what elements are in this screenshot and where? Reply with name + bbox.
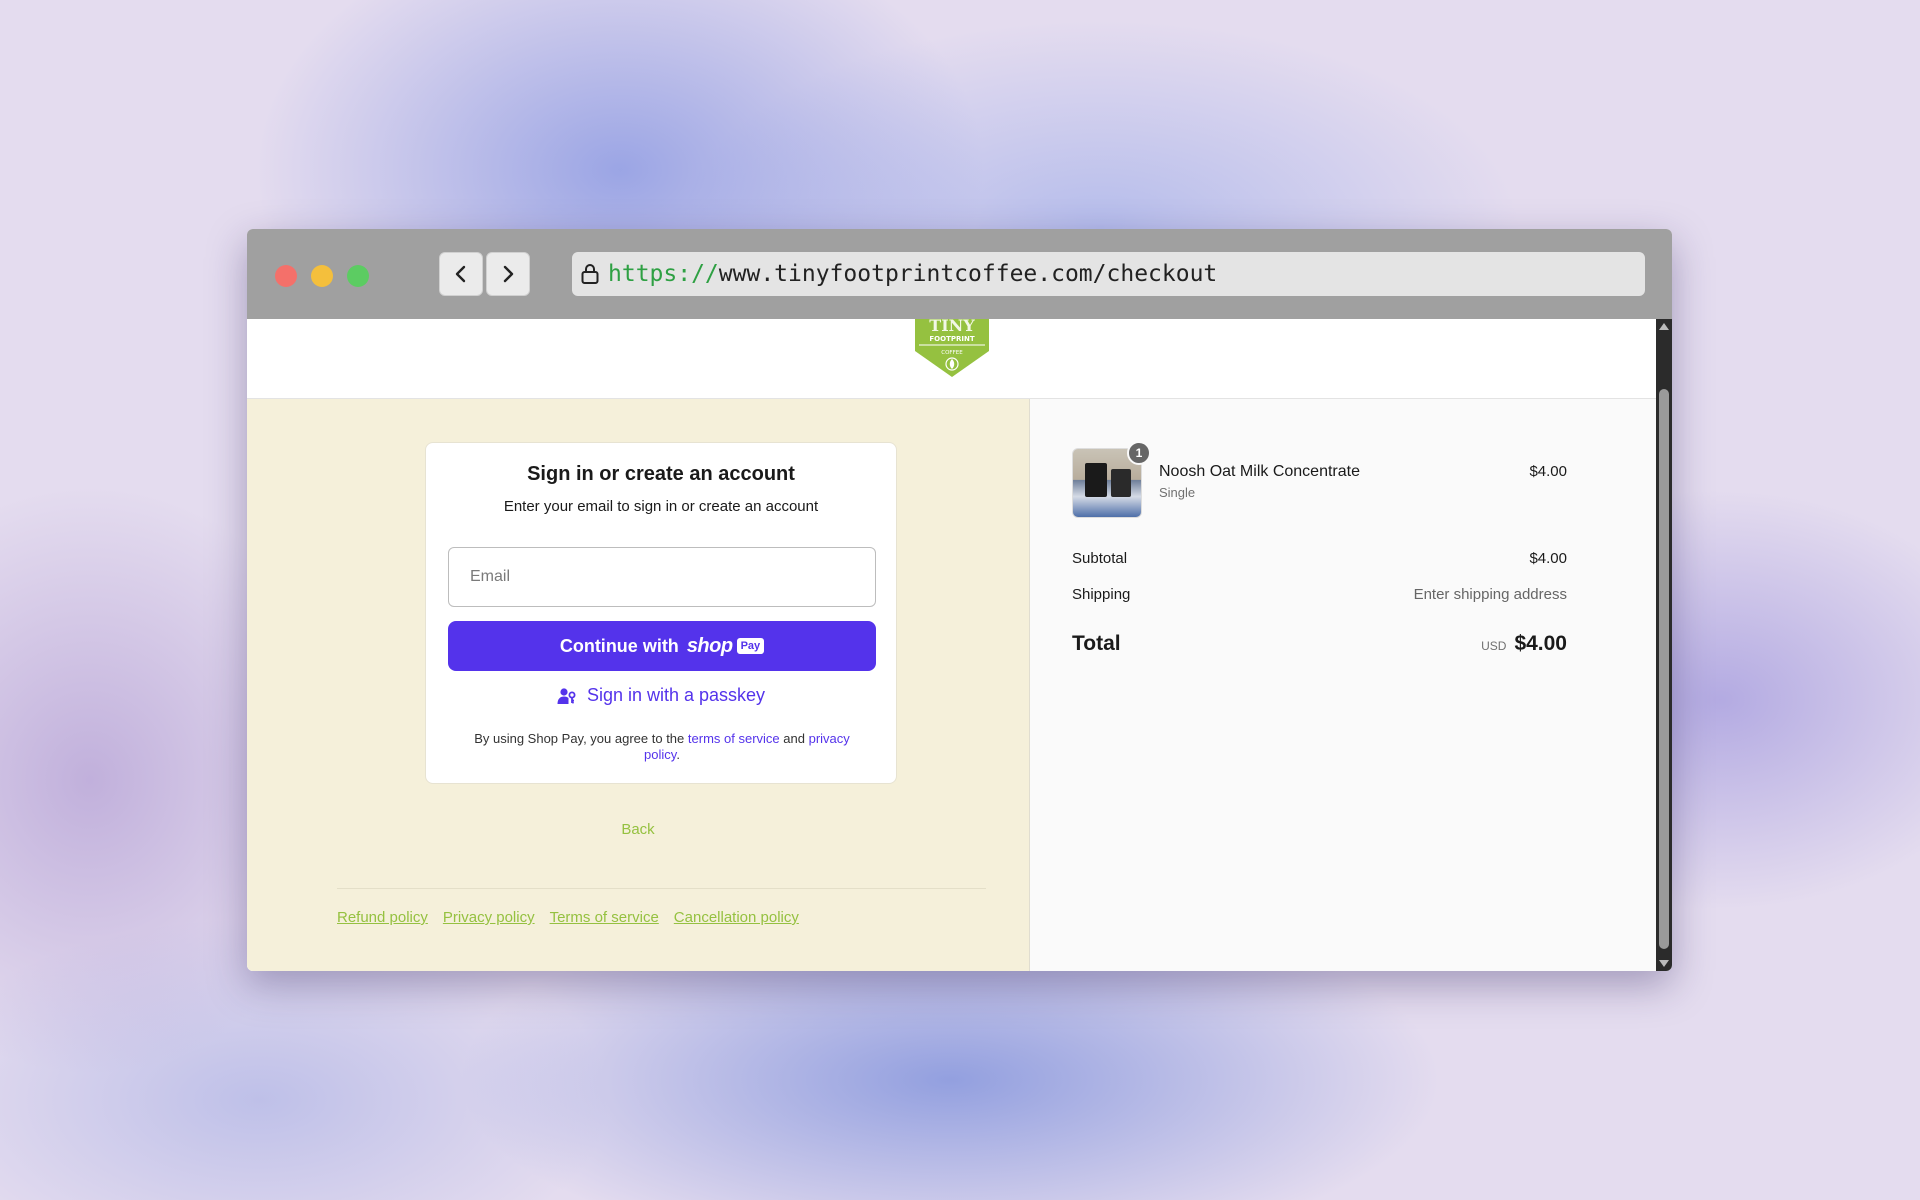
product-price: $4.00: [1529, 463, 1567, 480]
browser-titlebar: https://www.tinyfootprintcoffee.com/chec…: [247, 229, 1672, 319]
minimize-window-button[interactable]: [311, 265, 333, 287]
shop-pay-legal-text: By using Shop Pay, you agree to the term…: [474, 731, 850, 762]
back-button[interactable]: [439, 252, 483, 296]
product-variant: Single: [1159, 485, 1196, 500]
scroll-down-arrow-icon[interactable]: [1659, 960, 1669, 967]
subtotal-label: Subtotal: [1072, 550, 1128, 567]
signin-subtitle: Enter your email to sign in or create an…: [503, 498, 819, 515]
footer-links: Refund policy Privacy policy Terms of se…: [337, 909, 799, 926]
total-label: Total: [1072, 632, 1121, 655]
subtotal-row: Subtotal $4.00: [1072, 550, 1567, 567]
user-key-icon: [557, 687, 577, 705]
refund-policy-link[interactable]: Refund policy: [337, 909, 428, 926]
footer-divider: [337, 888, 986, 889]
continue-with-shop-pay-button[interactable]: Continue with shop Pay: [448, 621, 876, 671]
store-logo[interactable]: TINY FOOTPRINT COFFEE: [912, 319, 992, 383]
signin-pane: Sign in or create an account Enter your …: [247, 399, 1030, 971]
total-value: $4.00: [1514, 632, 1567, 655]
url-scheme: https://: [608, 261, 719, 287]
shop-wordmark: shop: [686, 634, 733, 657]
signin-title: Sign in or create an account: [527, 463, 795, 485]
privacy-policy-footer-link[interactable]: Privacy policy: [443, 909, 535, 926]
total-currency: USD: [1481, 639, 1507, 653]
store-header: TINY FOOTPRINT COFFEE: [247, 319, 1656, 399]
forward-button[interactable]: [486, 252, 530, 296]
passkey-signin-button[interactable]: Sign in with a passkey: [426, 685, 896, 706]
terms-of-service-footer-link[interactable]: Terms of service: [550, 909, 659, 926]
pay-badge: Pay: [736, 638, 765, 654]
scrollbar-thumb[interactable]: [1659, 389, 1669, 949]
scroll-up-arrow-icon[interactable]: [1659, 323, 1669, 330]
browser-window: https://www.tinyfootprintcoffee.com/chec…: [247, 229, 1672, 971]
svg-text:TINY: TINY: [929, 319, 975, 335]
page-viewport: TINY FOOTPRINT COFFEE Sign in or create …: [247, 319, 1656, 971]
close-window-button[interactable]: [275, 265, 297, 287]
continue-label: Continue with: [559, 635, 679, 656]
product-name: Noosh Oat Milk Concentrate: [1159, 463, 1360, 480]
email-input[interactable]: [448, 547, 876, 607]
terms-of-service-link[interactable]: terms of service: [688, 731, 780, 746]
shipping-row: Shipping Enter shipping address: [1072, 586, 1567, 603]
address-bar[interactable]: https://www.tinyfootprintcoffee.com/chec…: [572, 252, 1645, 296]
shipping-label: Shipping: [1072, 586, 1131, 603]
total-row: Total USD $4.00: [1072, 632, 1567, 656]
chevron-right-icon: [503, 265, 514, 283]
order-summary: 1 Noosh Oat Milk Concentrate Single $4.0…: [1030, 399, 1656, 971]
shipping-value: Enter shipping address: [1413, 586, 1567, 603]
maximize-window-button[interactable]: [347, 265, 369, 287]
svg-text:COFFEE: COFFEE: [941, 350, 963, 356]
line-item: 1 Noosh Oat Milk Concentrate Single $4.0…: [1072, 441, 1567, 520]
url-text: www.tinyfootprintcoffee.com/checkout: [718, 261, 1218, 287]
page-scrollbar[interactable]: [1656, 319, 1672, 971]
svg-text:FOOTPRINT: FOOTPRINT: [929, 335, 974, 343]
chevron-left-icon: [455, 265, 466, 283]
lock-icon: [580, 263, 600, 285]
quantity-badge: 1: [1127, 441, 1151, 465]
signin-card: Sign in or create an account Enter your …: [425, 442, 897, 784]
cancellation-policy-link[interactable]: Cancellation policy: [674, 909, 799, 926]
back-link[interactable]: Back: [247, 821, 1029, 838]
passkey-label: Sign in with a passkey: [586, 685, 766, 705]
subtotal-value: $4.00: [1529, 550, 1567, 567]
